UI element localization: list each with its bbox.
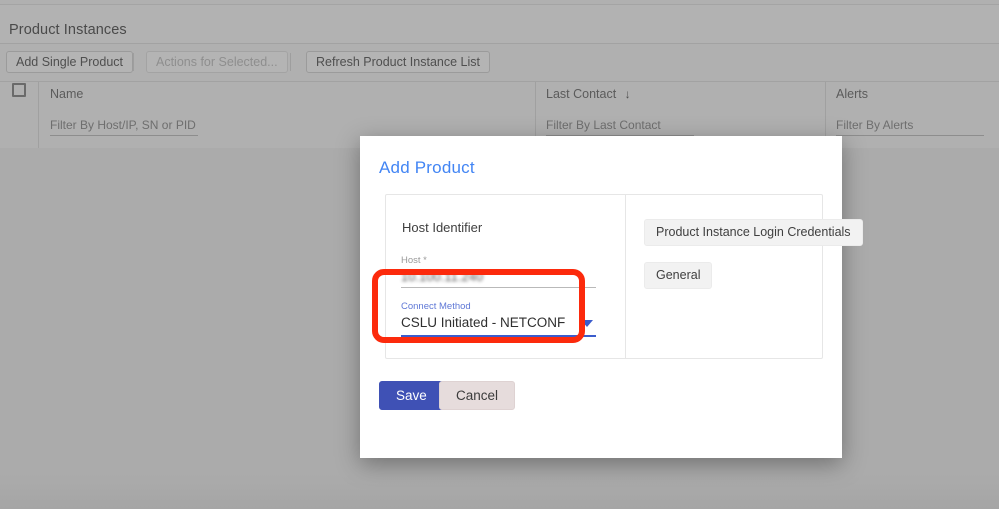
toolbar-separator xyxy=(133,53,134,71)
product-instances-page: Product Instances Add Single Product Act… xyxy=(0,0,999,148)
general-button[interactable]: General xyxy=(644,262,713,289)
select-all-checkbox[interactable] xyxy=(12,83,26,97)
page-title: Product Instances xyxy=(9,22,127,38)
connect-method-select[interactable]: Connect Method CSLU Initiated - NETCONF xyxy=(401,301,596,337)
dialog-title: Add Product xyxy=(379,158,475,177)
toolbar-separator xyxy=(290,53,291,71)
host-field[interactable]: Host * 10.100.11.240 xyxy=(401,255,596,288)
add-single-product-button[interactable]: Add Single Product xyxy=(6,51,134,73)
refresh-product-instance-list-button[interactable]: Refresh Product Instance List xyxy=(306,51,490,73)
product-instance-login-credentials-button[interactable]: Product Instance Login Credentials xyxy=(644,219,863,246)
actions-for-selected-button[interactable]: Actions for Selected... xyxy=(146,51,288,73)
host-field-value: 10.100.11.240 xyxy=(401,269,484,284)
host-field-label: Host * xyxy=(401,255,427,266)
input-underline xyxy=(401,287,596,288)
save-button[interactable]: Save xyxy=(379,381,444,410)
column-header-name-label: Name xyxy=(50,87,84,101)
connect-method-label: Connect Method xyxy=(401,301,471,312)
host-identifier-label: Host Identifier xyxy=(402,220,483,235)
filter-name-placeholder: Filter By Host/IP, SN or PID xyxy=(50,118,196,132)
backdrop-shade xyxy=(0,473,999,509)
filter-alerts-placeholder: Filter By Alerts xyxy=(836,118,914,132)
input-underline xyxy=(50,135,198,136)
column-header-name[interactable]: Name xyxy=(50,87,83,101)
host-identifier-panel: Host Identifier Host * 10.100.11.240 Con… xyxy=(386,195,626,358)
filter-alerts-input[interactable]: Filter By Alerts xyxy=(836,118,984,136)
column-header-alerts-label: Alerts xyxy=(836,87,868,101)
filter-last-contact-input[interactable]: Filter By Last Contact xyxy=(546,118,694,136)
column-divider xyxy=(38,82,39,148)
input-underline xyxy=(836,135,984,136)
column-header-last-contact-label: Last Contact xyxy=(546,87,617,101)
page-title-bar: Product Instances xyxy=(0,4,999,44)
dialog-panels: Host Identifier Host * 10.100.11.240 Con… xyxy=(385,194,863,359)
connect-method-value-row: CSLU Initiated - NETCONF xyxy=(401,313,596,333)
cancel-button[interactable]: Cancel xyxy=(439,381,516,410)
sort-descending-icon: ↓ xyxy=(624,87,631,101)
product-options-panel: Product Instance Login Credentials Gener… xyxy=(626,195,863,358)
column-header-alerts[interactable]: Alerts xyxy=(836,87,868,101)
connect-method-value: CSLU Initiated - NETCONF xyxy=(401,315,566,330)
select-underline xyxy=(401,335,596,337)
column-header-last-contact[interactable]: Last Contact ↓ xyxy=(546,87,631,101)
filter-name-input[interactable]: Filter By Host/IP, SN or PID xyxy=(50,118,198,136)
add-product-dialog: Add Product Host Identifier Host * 10.10… xyxy=(360,136,863,458)
filter-last-contact-placeholder: Filter By Last Contact xyxy=(546,118,661,132)
page-toolbar: Add Single Product Actions for Selected.… xyxy=(0,45,999,80)
screen-root: Product Instances Add Single Product Act… xyxy=(0,0,999,509)
chevron-down-icon[interactable] xyxy=(581,319,593,327)
